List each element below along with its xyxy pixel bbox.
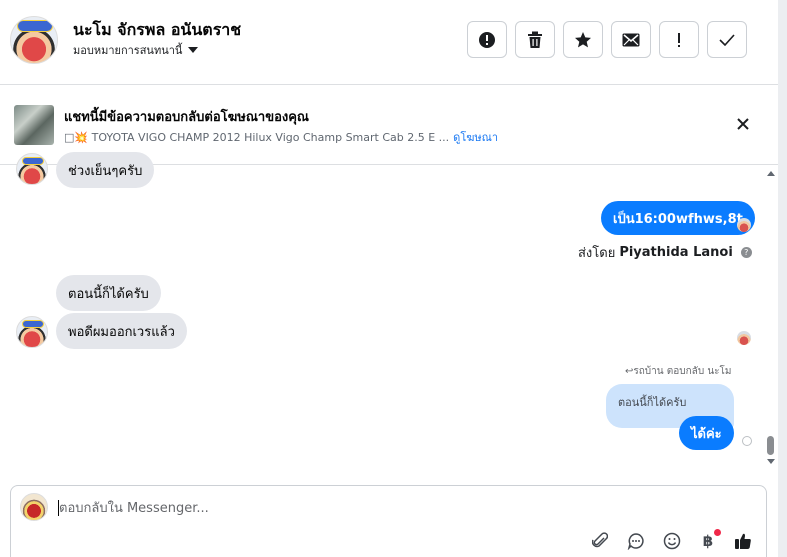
contact-avatar[interactable] [10,16,58,64]
conversation-header: นะโม จักรพล อนันตราช มอบหมายการสนทนานี้ [0,0,778,85]
reply-input[interactable] [59,497,659,519]
chat-scrollbar[interactable] [765,170,777,470]
sender-name: Piyathida Lanoi [619,245,733,260]
contact-avatar-small [16,316,48,348]
close-icon[interactable] [733,114,753,134]
reply-context-label: ↩รถบ้าน ตอบกลับ นะโม [625,366,732,377]
seen-avatar [737,218,751,232]
sent-by-prefix: ส่งโดย [578,246,616,261]
ad-banner-subtitle: □💥 TOYOTA VIGO CHAMP 2012 Hilux Vigo Cha… [64,128,498,146]
page-avatar [20,493,48,521]
spam-button[interactable] [467,21,507,58]
alert-circle-icon [479,31,495,48]
missing-glyph-icon: □ [64,131,75,144]
contact-name[interactable]: นะโม จักรพล อนันตราช [73,18,241,43]
saved-reply-icon[interactable] [625,530,647,552]
ad-thumbnail[interactable] [14,105,54,145]
assign-conversation-dropdown[interactable]: มอบหมายการสนทนานี้ [73,41,199,59]
trash-icon [528,31,542,48]
paperclip-icon[interactable] [589,530,611,552]
messenger-conversation: นะโม จักรพล อนันตราช มอบหมายการสนทนานี้ … [0,0,787,557]
reply-composer [10,485,767,557]
outgoing-message[interactable]: เป็น16:00wfhws,8t [601,201,755,235]
star-icon [575,31,591,47]
incoming-message[interactable]: ช่วงเย็นๆครับ [56,152,155,188]
view-ad-link[interactable]: ดูโฆษณา [453,131,498,144]
seen-avatar [737,331,751,345]
exclamation-icon [678,32,680,47]
contact-avatar-small [16,153,48,185]
ad-description: 💥 TOYOTA VIGO CHAMP 2012 Hilux Vigo Cham… [74,131,450,144]
assign-label: มอบหมายการสนทนานี้ [73,44,183,57]
emoji-icon[interactable] [661,530,683,552]
follow-up-button[interactable] [659,21,699,58]
sent-by-label: ส่งโดย Piyathida Lanoi ? [578,242,752,263]
incoming-message[interactable]: พอดีผมออกเวรแล้ว [56,313,187,349]
window-scrollbar[interactable] [778,0,787,557]
sent-status-icon [742,436,752,446]
mark-unread-button[interactable] [611,21,651,58]
info-icon[interactable]: ? [740,247,752,258]
incoming-message[interactable]: ตอนนี้ก็ได้ครับ [56,275,161,311]
done-button[interactable] [707,21,747,58]
envelope-icon [622,33,640,46]
caret-down-icon [188,47,199,53]
check-icon [719,33,735,46]
star-button[interactable] [563,21,603,58]
thumbs-up-icon[interactable] [732,530,754,552]
outgoing-message[interactable]: ได้ค่ะ [679,416,734,450]
notification-dot [714,529,721,536]
ad-banner-title: แชทนี้มีข้อความตอบกลับต่อโฆษณาของคุณ [64,110,309,125]
delete-button[interactable] [515,21,555,58]
